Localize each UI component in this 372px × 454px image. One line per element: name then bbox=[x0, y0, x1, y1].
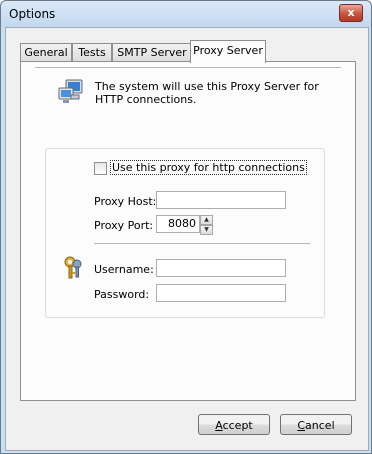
use-proxy-checkbox[interactable] bbox=[94, 162, 107, 175]
proxy-port-input[interactable]: 8080 bbox=[156, 215, 200, 233]
top-divider bbox=[35, 67, 341, 68]
username-label: Username: bbox=[94, 263, 154, 276]
proxy-host-input[interactable] bbox=[156, 191, 286, 209]
tab-proxy-server[interactable]: Proxy Server bbox=[190, 40, 266, 63]
cancel-button[interactable]: Cancel bbox=[280, 414, 352, 435]
tab-tests[interactable]: Tests bbox=[72, 43, 112, 62]
group-divider bbox=[94, 243, 310, 244]
options-window: Options x General Tests SMTP Server Prox… bbox=[0, 0, 372, 454]
dialog-client: General Tests SMTP Server Proxy Server T… bbox=[5, 27, 369, 451]
tab-general[interactable]: General bbox=[20, 43, 72, 62]
proxy-port-label: Proxy Port: bbox=[94, 219, 154, 232]
title-bar[interactable]: Options x bbox=[1, 1, 371, 27]
tab-smtp-server[interactable]: SMTP Server bbox=[112, 43, 192, 62]
proxy-settings-group: Use this proxy for http connections Prox… bbox=[45, 148, 325, 318]
close-button[interactable]: x bbox=[339, 4, 363, 22]
password-input[interactable] bbox=[156, 284, 286, 302]
use-proxy-label[interactable]: Use this proxy for http connections bbox=[110, 160, 307, 175]
proxy-server-panel: The system will use this Proxy Server fo… bbox=[20, 61, 356, 401]
spin-up-icon[interactable]: ▲ bbox=[200, 215, 213, 225]
proxy-port-spinner[interactable]: ▲ ▼ bbox=[200, 215, 213, 235]
window-title: Options bbox=[9, 7, 56, 21]
password-label: Password: bbox=[94, 288, 150, 301]
keys-icon bbox=[62, 255, 88, 281]
proxy-intro-text: The system will use this Proxy Server fo… bbox=[95, 80, 319, 106]
network-computer-icon bbox=[57, 78, 87, 106]
username-input[interactable] bbox=[156, 259, 286, 277]
accept-button[interactable]: Accept bbox=[198, 414, 270, 435]
spin-down-icon[interactable]: ▼ bbox=[200, 225, 213, 235]
proxy-host-label: Proxy Host: bbox=[94, 195, 157, 208]
